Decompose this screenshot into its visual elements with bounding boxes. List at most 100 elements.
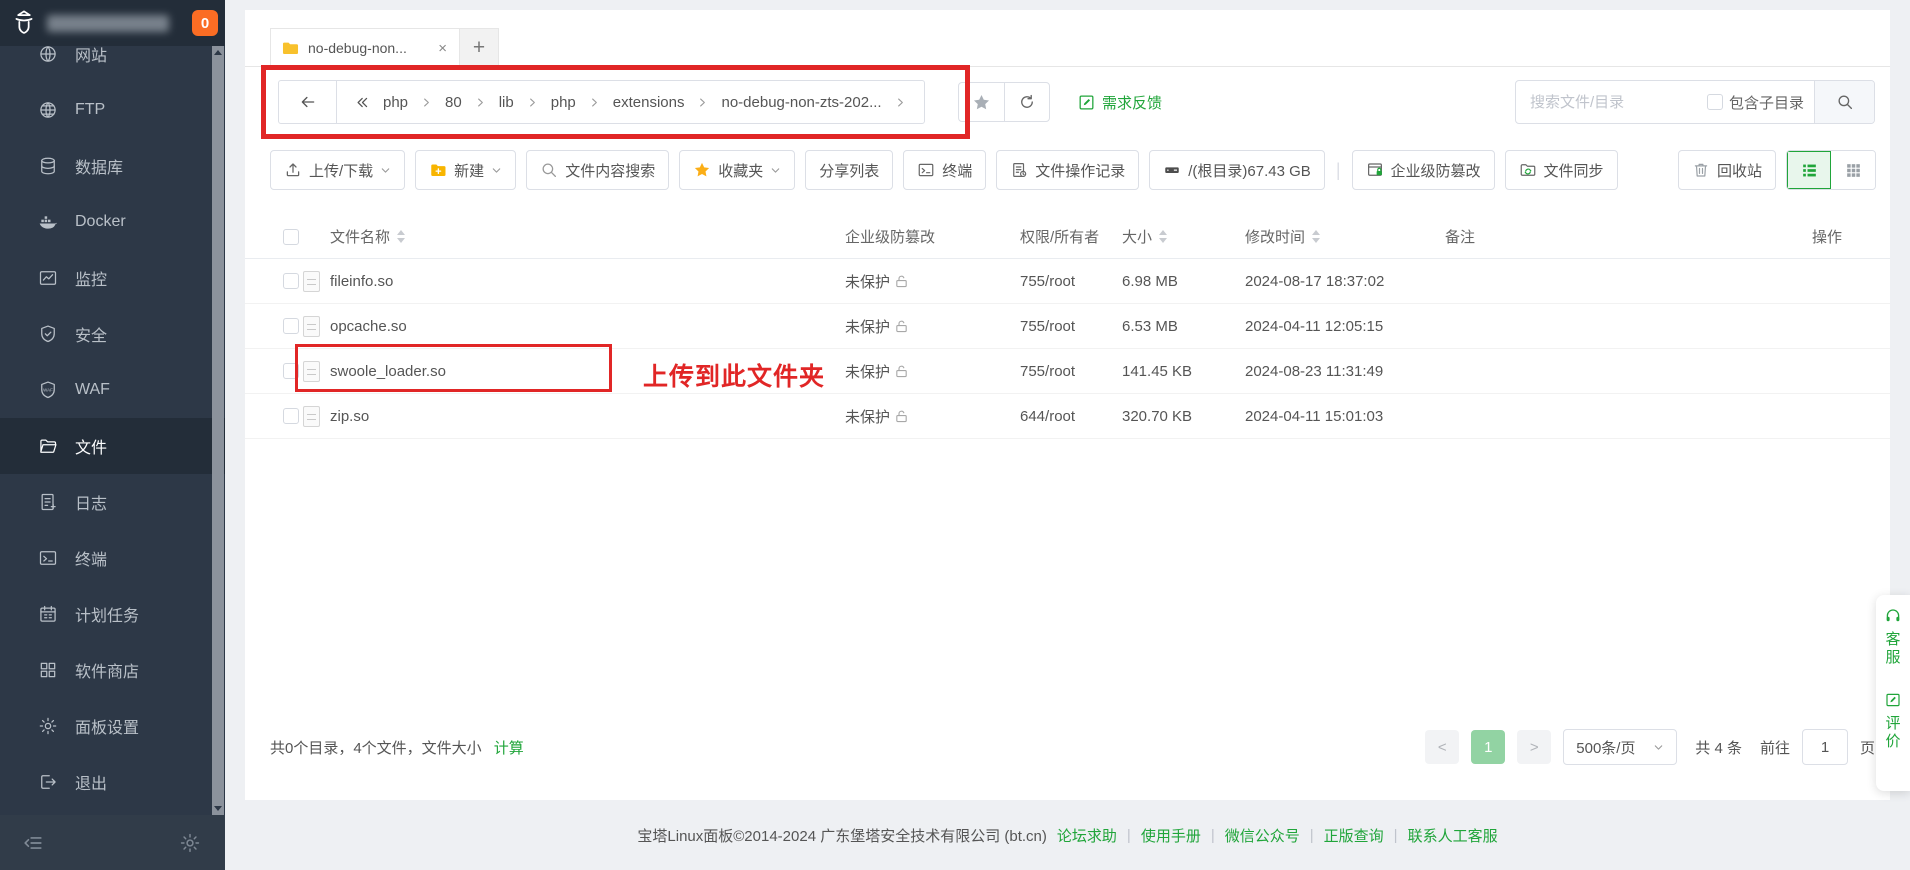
file-name[interactable]: zip.so (330, 408, 369, 425)
close-tab-icon[interactable]: × (436, 40, 449, 57)
chevron-down-icon (1653, 742, 1664, 753)
sidebar-item-app-store[interactable]: 软件商店 (0, 642, 225, 698)
file-name[interactable]: swoole_loader.so (330, 363, 446, 380)
footer-link-license-check[interactable]: 正版查询 (1324, 825, 1384, 846)
file-name[interactable]: fileinfo.so (330, 273, 393, 290)
select-all-checkbox[interactable] (283, 229, 299, 245)
include-subdir-checkbox[interactable]: 包含子目录 (1707, 92, 1814, 113)
disk-usage-button[interactable]: /(根目录)67.43 GB (1149, 150, 1325, 190)
footer-link-wechat[interactable]: 微信公众号 (1225, 825, 1300, 846)
customer-service-label[interactable]: 客服 (1885, 631, 1901, 667)
file-name[interactable]: opcache.so (330, 318, 407, 335)
search-button[interactable] (1814, 81, 1874, 123)
prev-page-button[interactable]: < (1425, 730, 1459, 764)
breadcrumb-item[interactable]: php (383, 94, 408, 111)
sidebar-item-website[interactable]: 网站 (0, 46, 225, 82)
header-modified-time[interactable]: 修改时间 (1245, 215, 1320, 258)
row-checkbox[interactable] (283, 273, 299, 289)
disk-usage-label: /(根目录)67.43 GB (1188, 160, 1311, 181)
sort-icon[interactable] (1312, 230, 1320, 243)
breadcrumb-item[interactable]: extensions (613, 94, 685, 111)
sidebar-item-database[interactable]: 数据库 (0, 138, 225, 194)
sidebar-item-label: FTP (75, 101, 105, 119)
new-button[interactable]: 新建 (415, 150, 516, 190)
file-operations-log-button[interactable]: 文件操作记录 (996, 150, 1139, 190)
sidebar-item-docker[interactable]: Docker (0, 194, 225, 250)
table-row[interactable]: opcache.so 未保护 755/root 6.53 MB 2024-04-… (245, 304, 1890, 349)
calculate-size-link[interactable]: 计算 (494, 737, 524, 758)
share-list-label: 分享列表 (819, 160, 879, 181)
tab-current-directory[interactable]: no-debug-non... × (270, 28, 460, 67)
content-search-label: 文件内容搜索 (565, 160, 655, 181)
sidebar-item-security[interactable]: 安全 (0, 306, 225, 362)
goto-label: 前往 (1760, 737, 1790, 758)
file-size: 320.70 KB (1122, 408, 1192, 425)
sidebar-settings-gear-icon[interactable] (179, 832, 201, 854)
row-checkbox[interactable] (283, 318, 299, 334)
search-input[interactable] (1516, 94, 1707, 111)
file-sync-button[interactable]: 文件同步 (1505, 150, 1618, 190)
checkbox-icon[interactable] (1707, 94, 1723, 110)
row-checkbox[interactable] (283, 408, 299, 424)
trash-icon (1692, 161, 1710, 179)
footer-link-manual[interactable]: 使用手册 (1141, 825, 1201, 846)
table-row[interactable]: swoole_loader.so 未保护 755/root 141.45 KB … (245, 349, 1890, 394)
share-list-button[interactable]: 分享列表 (805, 150, 893, 190)
edit-icon[interactable] (1884, 691, 1902, 709)
sidebar-item-terminal[interactable]: 终端 (0, 530, 225, 586)
header-size[interactable]: 大小 (1122, 215, 1167, 258)
pagination: < 1 > 500条/页 共 4 条 前往 页 (1425, 729, 1875, 765)
sidebar-scrollbar[interactable] (212, 46, 224, 815)
grid-view-button[interactable] (1831, 151, 1875, 189)
chevron-right-icon (589, 97, 600, 108)
favorite-path-button[interactable] (959, 83, 1004, 121)
sort-icon[interactable] (397, 230, 405, 243)
breadcrumb-item-current[interactable]: no-debug-non-zts-202... (721, 94, 881, 111)
current-page-button[interactable]: 1 (1471, 730, 1505, 764)
breadcrumb-item[interactable]: 80 (445, 94, 462, 111)
next-page-button[interactable]: > (1517, 730, 1551, 764)
breadcrumb-item[interactable]: php (551, 94, 576, 111)
terminal-button[interactable]: 终端 (903, 150, 986, 190)
sort-icon[interactable] (1159, 230, 1167, 243)
scroll-down-icon[interactable] (214, 806, 222, 811)
goto-page-input[interactable] (1802, 729, 1848, 765)
favorites-label: 收藏夹 (718, 160, 763, 181)
collapse-path-icon[interactable] (355, 95, 370, 110)
sidebar-item-logout[interactable]: 退出 (0, 754, 225, 810)
recycle-bin-button[interactable]: 回收站 (1678, 150, 1776, 190)
headset-icon[interactable] (1884, 607, 1902, 625)
footer-link-forum[interactable]: 论坛求助 (1057, 825, 1117, 846)
sidebar-item-logs[interactable]: 日志 (0, 474, 225, 530)
feedback-link[interactable]: 需求反馈 (1077, 80, 1162, 124)
protect-status: 未保护 (845, 406, 890, 427)
scroll-up-icon[interactable] (214, 50, 222, 55)
favorites-button[interactable]: 收藏夹 (679, 150, 795, 190)
breadcrumb-item[interactable]: lib (499, 94, 514, 111)
collapse-sidebar-icon[interactable] (22, 832, 44, 854)
page-size-select[interactable]: 500条/页 (1563, 729, 1677, 765)
tamper-proof-button[interactable]: 企业级防篡改 (1352, 150, 1495, 190)
content-search-button[interactable]: 文件内容搜索 (526, 150, 669, 190)
refresh-button[interactable] (1004, 83, 1049, 121)
row-checkbox[interactable] (283, 363, 299, 379)
list-view-button[interactable] (1787, 151, 1831, 189)
add-tab-button[interactable]: + (460, 28, 499, 67)
terminal-icon (917, 161, 935, 179)
sidebar-item-waf[interactable]: WAF WAF (0, 362, 225, 418)
sidebar-item-cron[interactable]: 计划任务 (0, 586, 225, 642)
table-row[interactable]: zip.so 未保护 644/root 320.70 KB 2024-04-11… (245, 394, 1890, 439)
back-button[interactable] (279, 81, 337, 123)
sidebar-item-panel-settings[interactable]: 面板设置 (0, 698, 225, 754)
sidebar-item-ftp[interactable]: FTP (0, 82, 225, 138)
sidebar-item-files[interactable]: 文件 (0, 418, 225, 474)
footer-link-contact-support[interactable]: 联系人工客服 (1408, 825, 1498, 846)
table-row[interactable]: fileinfo.so 未保护 755/root 6.98 MB 2024-08… (245, 259, 1890, 304)
feedback-doc-icon (1077, 93, 1096, 112)
header-file-name[interactable]: 文件名称 (330, 215, 405, 258)
refresh-icon (1018, 93, 1036, 111)
notification-badge[interactable]: 0 (192, 10, 218, 36)
upload-download-button[interactable]: 上传/下载 (270, 150, 405, 190)
rate-label[interactable]: 评价 (1885, 715, 1901, 751)
sidebar-item-monitor[interactable]: 监控 (0, 250, 225, 306)
